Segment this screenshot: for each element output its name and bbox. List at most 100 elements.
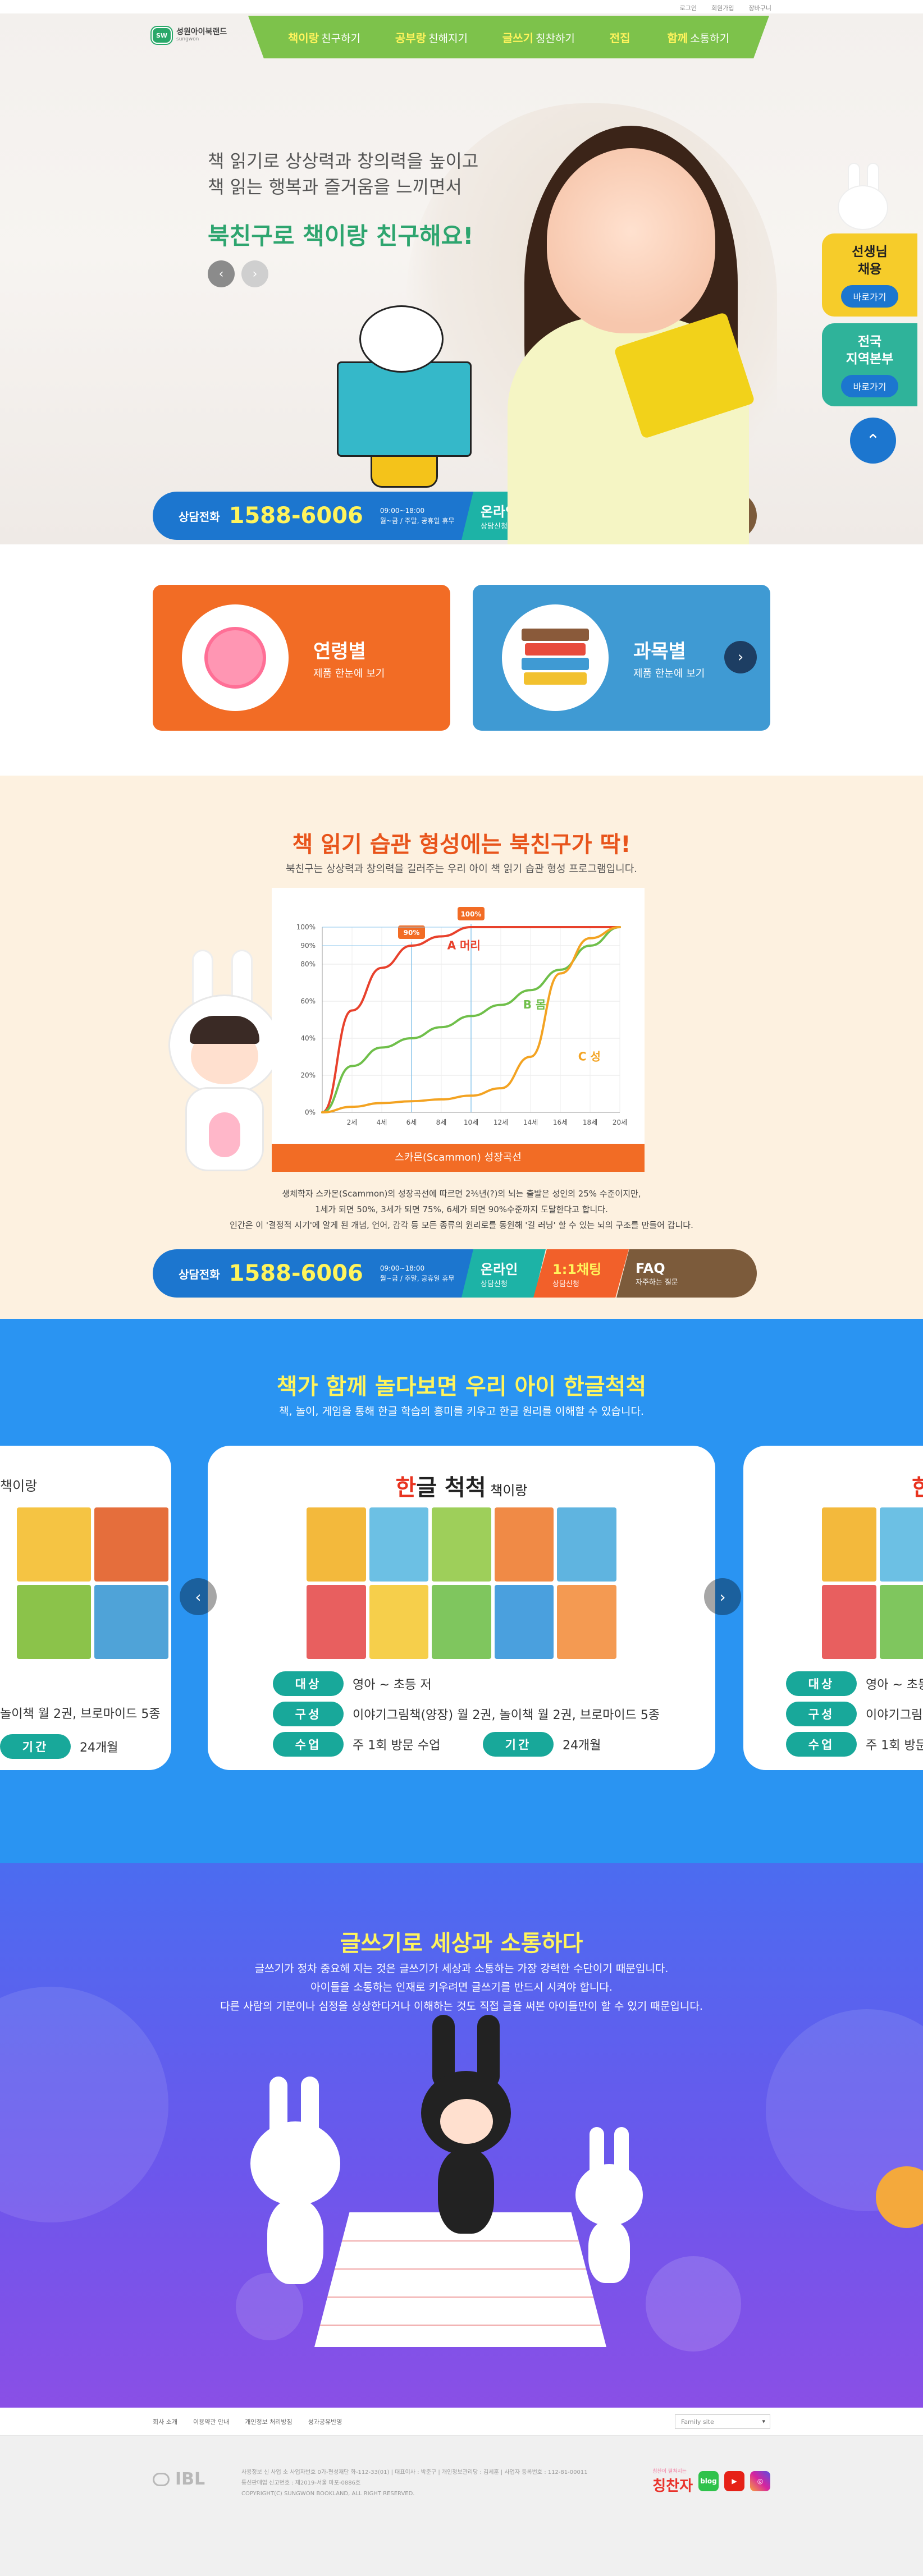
regional-office-button[interactable]: 바로가기 (840, 375, 899, 398)
next-info-class: 수업 주 1회 방문 수 (786, 1732, 923, 1757)
book-stack-book-3 (522, 658, 589, 670)
growth-chart: 0% 20% 40% 60% 80% 90% 100% 2세 4세 6세 8세 10세 12세 14세 16… (272, 888, 645, 1156)
nav-item-together[interactable]: 함께 소통하기 (667, 29, 729, 45)
x-tick-label: 4세 (377, 1119, 387, 1126)
bunny-head (575, 2164, 643, 2226)
contact-phone-2[interactable]: 상담전화 1588-6006 09:00~18:00 월~금 / 주말, 공휴일 … (153, 1249, 474, 1298)
utility-links: 로그인 회원가입 장바구니 (680, 3, 771, 12)
footer-logo: IBL (153, 2469, 205, 2489)
hero-next-button[interactable]: › (241, 260, 268, 287)
youtube-icon[interactable]: ▶ (724, 2471, 744, 2491)
logo[interactable]: SW 성원아이북랜드 sungwon (152, 22, 247, 48)
scroll-top-button[interactable]: ⌃ (850, 418, 896, 464)
footer-link-terms[interactable]: 이용약관 안내 (193, 2417, 229, 2426)
bunny-body (267, 2200, 323, 2284)
logo-text: 성원아이북랜드 sungwon (176, 28, 227, 42)
utility-bar: 로그인 회원가입 장바구니 (0, 0, 923, 13)
footer-brand[interactable]: 칭찬이 펼쳐지는 칭찬자 (652, 2467, 693, 2495)
book-stack-book-2 (525, 643, 586, 656)
nav-item-collection[interactable]: 전집 (610, 29, 633, 45)
footer-info-3: COPYRIGHT(C) SUNGWON BOOKLAND, ALL RIGHT… (241, 2491, 415, 2497)
join-link[interactable]: 회원가입 (711, 3, 734, 12)
title-rest: 글 척척 (416, 1475, 486, 1501)
contact-phone-number-2: 1588-6006 (229, 1261, 363, 1286)
contact-hours-days: 월~금 / 주말, 공휴일 휴무 (380, 517, 455, 525)
book-cover (432, 1507, 491, 1582)
writing-title: 글쓰기로 세상과 소통하다 (340, 1931, 583, 1956)
y-tick-label: 100% (296, 923, 316, 931)
cart-link[interactable]: 장바구니 (749, 3, 771, 12)
faq-sub-2: 자주하는 질문 (636, 1278, 678, 1287)
footer-info: 사용정보 신 사업 소 사업자번호 0가-편성재단 화-112-33(01) |… (241, 2467, 634, 2499)
category-age-card[interactable]: 연령별 제품 한눈에 보기 (153, 585, 450, 731)
nav-item-study-sub: 친해지기 (428, 32, 468, 45)
category-subject-arrow[interactable]: › (724, 641, 757, 673)
login-link[interactable]: 로그인 (680, 3, 697, 12)
bunny-head (250, 2121, 340, 2206)
period-pill-main: 기간 (483, 1732, 554, 1757)
next-composition-value: 이야기그림책( (866, 1708, 923, 1722)
category-subject-title: 과목별 (633, 640, 686, 663)
online-consult-sub-2: 상담신청 (481, 1280, 508, 1289)
category-age-illustration (182, 604, 289, 711)
category-subject-card[interactable]: 과목별 제품 한눈에 보기 › (473, 585, 770, 731)
teacher-recruit-button[interactable]: 바로가기 (840, 285, 899, 308)
y-tick-label: 60% (300, 997, 316, 1005)
chevron-up-icon: ⌃ (866, 430, 880, 451)
hero-prev-button[interactable]: ‹ (208, 260, 235, 287)
info-period: 기간 24개월 (483, 1732, 601, 1757)
y-tick-label: 90% (300, 942, 316, 950)
nav-item-book-hi: 책이랑 (287, 31, 319, 45)
category-age-sub: 제품 한눈에 보기 (313, 667, 385, 680)
book-cover (432, 1585, 491, 1659)
faq-button-2[interactable]: FAQ 자주하는 질문 (616, 1249, 757, 1298)
contact-phone-label: 상담전화 (179, 510, 220, 524)
footer-link-privacy[interactable]: 개인정보 처리방침 (245, 2417, 292, 2426)
hangul-prev-button[interactable]: ‹ (180, 1578, 217, 1615)
composition-value: 이야기그림책(양장) 월 2권, 놀이책 월 2권, 브로마이드 5종 (353, 1708, 660, 1722)
chevron-right-icon: › (737, 649, 744, 666)
prev-card-period: 기간 24개월 (0, 1734, 118, 1759)
hangul-card-next[interactable]: 한 대상 영아 ~ 초등 구성 이야기그림책( 수업 주 1회 방문 수 (743, 1446, 923, 1770)
white-bunny-left (247, 2077, 342, 2290)
hangul-card-main[interactable]: 한글 척척 책이랑 대상 영아 ~ 초등 저 구성 이야기그림책(양장) 월 2… (208, 1446, 715, 1770)
x-tick-label: 18세 (583, 1119, 597, 1126)
nav-item-study[interactable]: 공부랑 친해지기 (395, 29, 468, 45)
teacher-recruit-title: 선생님 채용 (830, 244, 910, 278)
regional-office-title: 전국 지역본부 (830, 333, 910, 368)
logo-name: 성원아이북랜드 (176, 27, 227, 37)
instagram-icon[interactable]: ◎ (750, 2471, 770, 2491)
girl-character-icon (204, 627, 266, 689)
x-tick-label: 16세 (553, 1119, 568, 1126)
hero-slider-arrows: ‹ › (208, 260, 268, 287)
logo-sub: sungwon (176, 36, 199, 42)
blog-icon[interactable]: blog (698, 2471, 719, 2491)
hangul-next-button[interactable]: › (704, 1578, 741, 1615)
chevron-left-icon: ‹ (218, 267, 224, 281)
x-tick-label: 12세 (494, 1119, 508, 1126)
faq-title-2: FAQ (636, 1260, 665, 1276)
side-bunny-mascot (832, 163, 894, 230)
footer-link-share[interactable]: 성과공유반영 (308, 2417, 342, 2426)
nav-item-book[interactable]: 책이랑 친구하기 (288, 29, 360, 45)
book-cover (494, 1585, 554, 1659)
series-label: A 머리 (447, 939, 481, 952)
category-age-title: 연령별 (313, 640, 366, 663)
book-cover (94, 1507, 168, 1582)
chat-consult-button-2[interactable]: 1:1채팅 상담신청 (533, 1249, 629, 1298)
chart-caption: 스카몬(Scammon) 성장곡선 (272, 1144, 645, 1172)
online-consult-title-2: 온라인 (481, 1262, 518, 1277)
bg-blob (0, 1987, 168, 2222)
online-consult-button-2[interactable]: 온라인 상담신청 (461, 1249, 546, 1298)
family-site-select[interactable]: Family site (675, 2414, 770, 2429)
nav-item-writing-sub: 칭찬하기 (535, 32, 575, 45)
prev-card-composition: 놀이책 월 2권, 브로마이드 5종 (0, 1707, 161, 1721)
nav-item-writing[interactable]: 글쓰기 칭찬하기 (502, 29, 575, 45)
contact-phone[interactable]: 상담전화 1588-6006 09:00~18:00 월~금 / 주말, 공휴일 … (153, 492, 474, 540)
bunny-body (588, 2221, 630, 2283)
target-value: 영아 ~ 초등 저 (353, 1678, 432, 1692)
annotation-label: 90% (404, 929, 420, 937)
teacher-recruit-label: 선생님 채용 (852, 245, 888, 277)
footer-link-company[interactable]: 회사 소개 (153, 2417, 177, 2426)
hangul-card-prev[interactable]: 책이랑 놀이책 월 2권, 브로마이드 5종 기간 24개월 (0, 1446, 171, 1770)
